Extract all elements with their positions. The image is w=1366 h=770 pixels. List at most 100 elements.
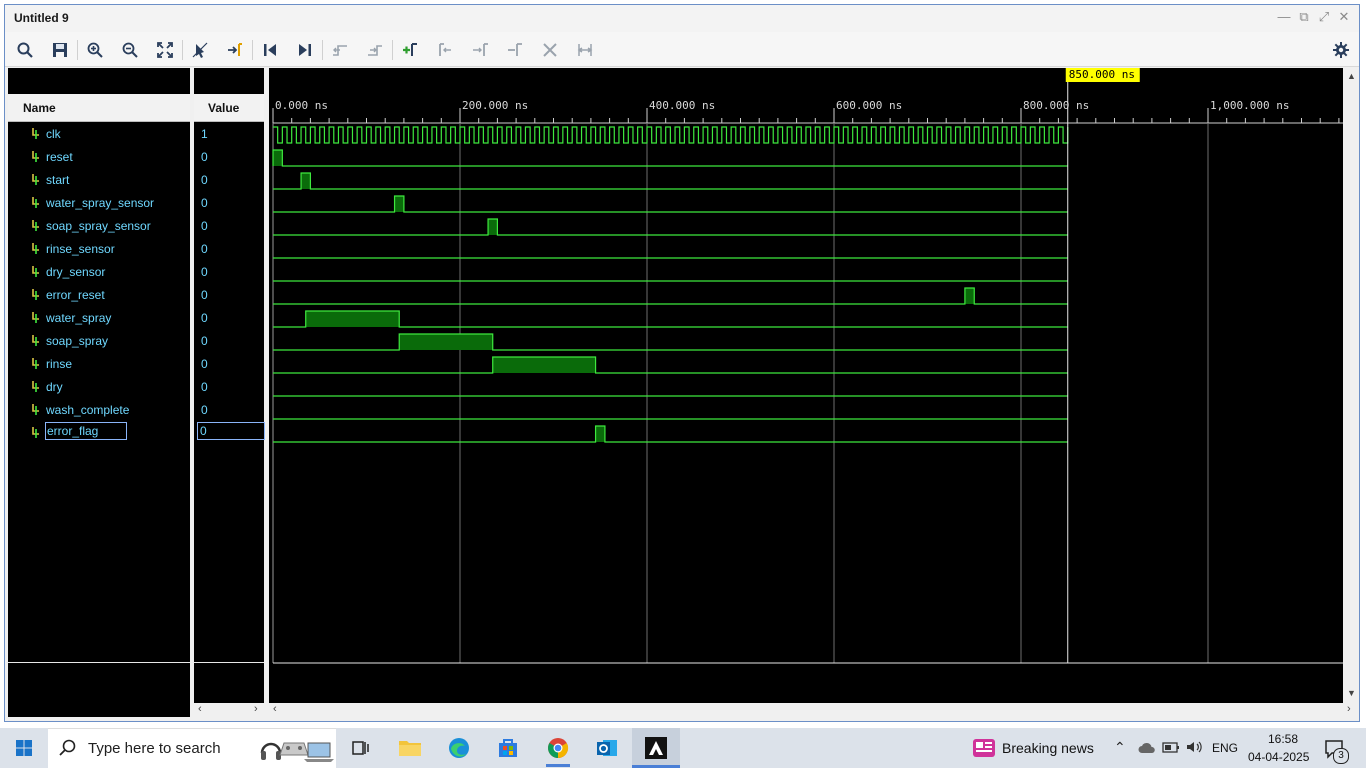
- signal-value-cell[interactable]: 0: [194, 353, 264, 376]
- task-view-icon[interactable]: [344, 732, 376, 764]
- save-icon[interactable]: [49, 39, 71, 61]
- signal-name: dry: [46, 380, 63, 394]
- value-horizontal-scrollbar[interactable]: ‹ ›: [194, 703, 264, 717]
- search-icon[interactable]: [14, 39, 36, 61]
- onedrive-cloud-icon[interactable]: [1138, 741, 1156, 759]
- signal-name: reset: [46, 150, 73, 164]
- signal-value: 0: [201, 242, 208, 256]
- language-indicator[interactable]: ENG: [1212, 741, 1238, 755]
- file-explorer-icon[interactable]: [394, 732, 426, 764]
- signal-value-cell[interactable]: 1: [194, 123, 264, 146]
- add-marker-icon[interactable]: [399, 39, 421, 61]
- value-column-header[interactable]: Value: [194, 94, 264, 122]
- ruler-tick-label: 600.000 ns: [836, 99, 902, 112]
- signal-row[interactable]: rinse: [8, 353, 190, 376]
- signal-row[interactable]: soap_spray_sensor: [8, 215, 190, 238]
- search-placeholder[interactable]: Type here to search: [88, 740, 221, 757]
- signal-value-cell[interactable]: 0: [194, 376, 264, 399]
- cursor-time-label: 850.000 ns: [1069, 68, 1135, 81]
- signal-value-cell[interactable]: 0: [194, 330, 264, 353]
- window-title: Untitled 9: [14, 11, 69, 25]
- signal-value: 0: [197, 422, 265, 440]
- signal-row[interactable]: reset: [8, 146, 190, 169]
- signal-row[interactable]: water_spray_sensor: [8, 192, 190, 215]
- previous-transition-icon[interactable]: [329, 39, 351, 61]
- signal-row[interactable]: dry: [8, 376, 190, 399]
- signal-name: rinse_sensor: [46, 242, 115, 256]
- signal-icon: [32, 358, 39, 369]
- signal-value-cell[interactable]: 0: [194, 169, 264, 192]
- signal-waveform: [272, 149, 1068, 167]
- chevron-up-icon[interactable]: ⌃: [1114, 739, 1126, 756]
- signal-row[interactable]: error_reset: [8, 284, 190, 307]
- go-to-cursor-icon[interactable]: [224, 39, 246, 61]
- signal-icon: [32, 289, 39, 300]
- news-widget-icon[interactable]: [972, 737, 996, 764]
- signal-row[interactable]: dry_sensor: [8, 261, 190, 284]
- ruler-tick-label: 0.000 ns: [275, 99, 328, 112]
- volume-icon[interactable]: [1186, 740, 1204, 759]
- signal-row[interactable]: wash_complete: [8, 399, 190, 422]
- signal-value: 0: [201, 173, 208, 187]
- floating-ruler-icon[interactable]: [574, 39, 596, 61]
- pulse-fill: [492, 357, 596, 373]
- zoom-out-icon[interactable]: [119, 39, 141, 61]
- signal-row[interactable]: error_flag: [8, 422, 190, 445]
- delete-all-markers-icon[interactable]: [539, 39, 561, 61]
- zoom-in-icon[interactable]: [84, 39, 106, 61]
- signal-value: 0: [201, 311, 208, 325]
- signal-value-cell[interactable]: 0: [194, 215, 264, 238]
- next-transition-icon[interactable]: [364, 39, 386, 61]
- signal-value-cell[interactable]: 0: [194, 284, 264, 307]
- cursor-icon[interactable]: [189, 39, 211, 61]
- windows-start-icon[interactable]: [8, 732, 40, 764]
- next-marker-icon[interactable]: [469, 39, 491, 61]
- signal-row[interactable]: clk: [8, 123, 190, 146]
- close-button[interactable]: ✕: [1336, 9, 1352, 25]
- battery-icon[interactable]: [1162, 740, 1180, 759]
- signal-value: 0: [201, 150, 208, 164]
- clock-waveform: [273, 126, 1069, 144]
- signal-name: error_flag: [44, 422, 128, 440]
- vertical-scrollbar[interactable]: ▲ ▼: [1344, 68, 1358, 703]
- restore-button[interactable]: ⧉: [1296, 9, 1312, 25]
- signal-row[interactable]: rinse_sensor: [8, 238, 190, 261]
- signal-row[interactable]: water_spray: [8, 307, 190, 330]
- vivado-app-icon[interactable]: [640, 732, 672, 764]
- outlook-icon[interactable]: [591, 732, 623, 764]
- signal-value-cell[interactable]: 0: [194, 192, 264, 215]
- waveform-horizontal-scrollbar[interactable]: ‹ ›: [269, 703, 1358, 717]
- signal-value: 0: [201, 219, 208, 233]
- signal-value-cell[interactable]: 0: [194, 146, 264, 169]
- signal-waveform: [273, 195, 1068, 213]
- minimize-button[interactable]: —: [1276, 9, 1292, 25]
- name-column-header[interactable]: Name: [8, 94, 190, 122]
- news-widget-label[interactable]: Breaking news: [1002, 740, 1094, 756]
- notification-count-badge: 3: [1333, 748, 1349, 764]
- pulse-fill: [399, 334, 493, 350]
- clock-date[interactable]: 04-04-2025: [1248, 750, 1309, 764]
- signal-value-cell[interactable]: 0: [194, 422, 265, 445]
- delete-marker-icon[interactable]: [504, 39, 526, 61]
- zoom-fit-icon[interactable]: [154, 39, 176, 61]
- edge-browser-icon[interactable]: [443, 732, 475, 764]
- signal-value-cell[interactable]: 0: [194, 261, 264, 284]
- signal-row[interactable]: soap_spray: [8, 330, 190, 353]
- signal-value-cell[interactable]: 0: [194, 307, 264, 330]
- signal-value: 0: [201, 403, 208, 417]
- signal-value-cell[interactable]: 0: [194, 238, 264, 261]
- maximize-button[interactable]: ⤢: [1316, 9, 1332, 25]
- gear-icon[interactable]: [1330, 39, 1352, 61]
- signal-value: 0: [201, 357, 208, 371]
- signal-name: soap_spray_sensor: [46, 219, 151, 233]
- chrome-browser-icon[interactable]: [542, 732, 574, 764]
- signal-value-cell[interactable]: 0: [194, 399, 264, 422]
- microsoft-store-icon[interactable]: [492, 732, 524, 764]
- go-to-last-time-icon[interactable]: [294, 39, 316, 61]
- signal-name: water_spray: [46, 311, 112, 325]
- previous-marker-icon[interactable]: [434, 39, 456, 61]
- signal-row[interactable]: start: [8, 169, 190, 192]
- waveform-pane[interactable]: 0.000 ns 200.000 ns 400.000 ns 600.000 ns 80…: [269, 68, 1343, 703]
- clock-time[interactable]: 16:58: [1262, 732, 1304, 746]
- go-to-time-0-icon[interactable]: [259, 39, 281, 61]
